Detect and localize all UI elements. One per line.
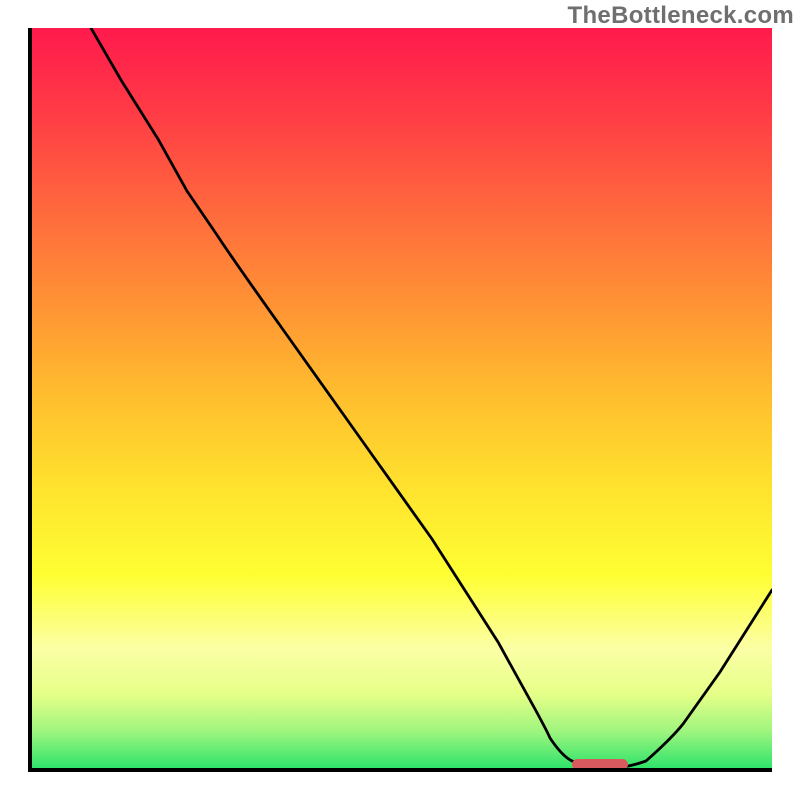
bottleneck-curve-path (91, 28, 772, 768)
chart-svg (32, 28, 772, 768)
optimal-range-marker (572, 759, 628, 768)
watermark-label: TheBottleneck.com (568, 2, 794, 30)
plot-area (28, 28, 772, 772)
chart-container: TheBottleneck.com (0, 0, 800, 800)
